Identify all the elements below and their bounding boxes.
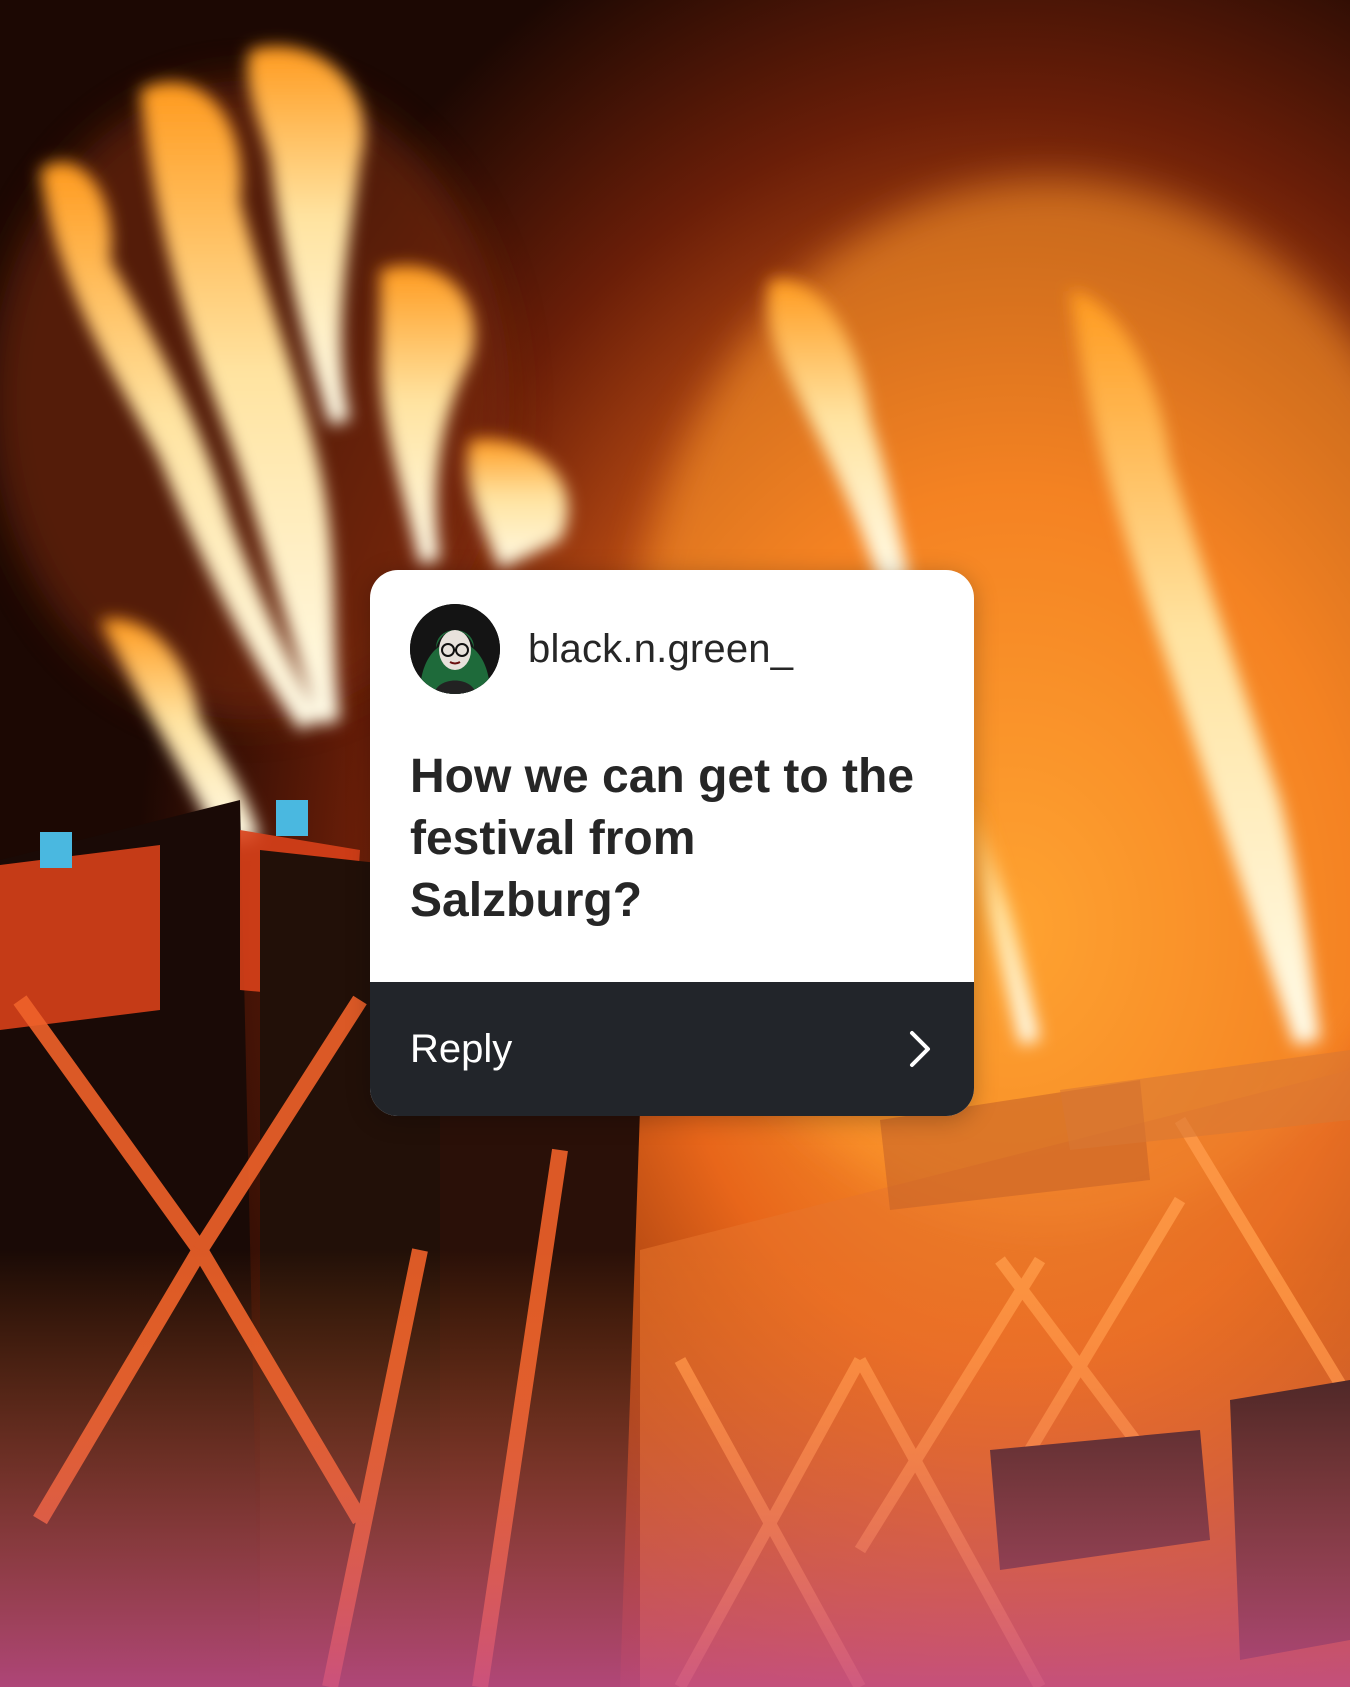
reply-button[interactable]: Reply	[370, 982, 974, 1116]
question-sticker-card: black.n.green_ How we can get to the fes…	[370, 570, 974, 1116]
card-header: black.n.green_	[410, 604, 793, 694]
reply-label: Reply	[410, 1026, 513, 1071]
chevron-right-icon	[910, 1031, 930, 1067]
user-avatar-icon[interactable]	[410, 604, 500, 694]
question-text: How we can get to the festival from Salz…	[410, 750, 915, 927]
username-label[interactable]: black.n.green_	[528, 627, 793, 672]
